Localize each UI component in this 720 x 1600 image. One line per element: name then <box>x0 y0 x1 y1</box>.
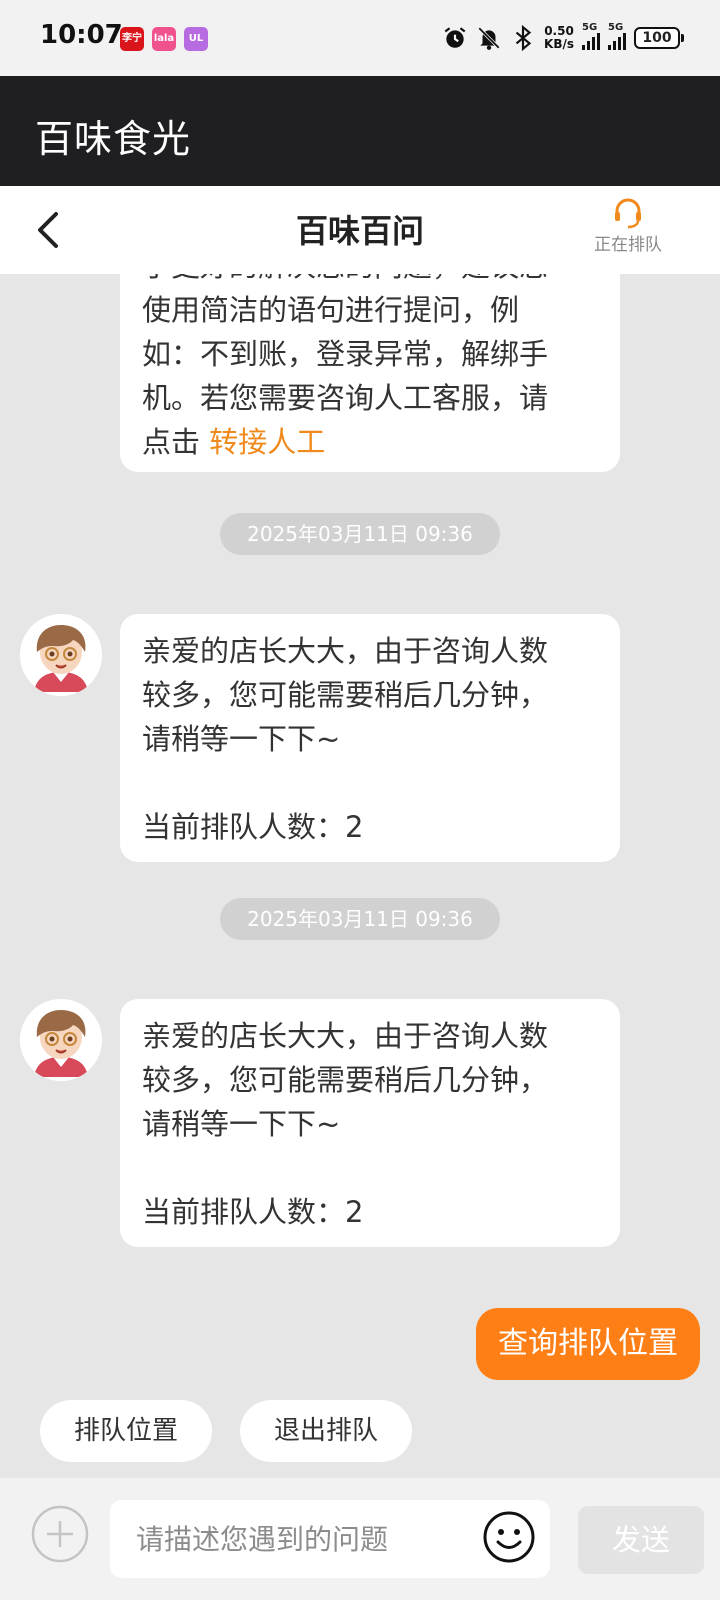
input-bar: 发送 <box>0 1478 720 1600</box>
message-line: 如：不到账，登录异常，解绑手 <box>142 337 549 371</box>
plus-icon[interactable] <box>30 1504 90 1564</box>
message-timestamp: 2025年03月11日 09:36 <box>220 513 500 555</box>
transfer-to-agent-link[interactable]: 转接人工 <box>209 425 325 459</box>
bluetooth-icon <box>515 25 532 51</box>
mute-bell-icon <box>478 27 500 50</box>
avatar-image <box>20 999 102 1081</box>
agent-avatar <box>20 614 102 696</box>
network-speed: 0.50 KB/s <box>544 25 574 51</box>
sim1-label: 5G <box>582 22 598 33</box>
message-spacer <box>142 761 598 805</box>
message-line: 较多，您可能需要稍后几分钟， <box>142 1063 549 1097</box>
message-timestamp: 2025年03月11日 09:36 <box>220 898 500 940</box>
message-line: 请稍等一下下~ <box>142 722 341 756</box>
app-title: 百味食光 <box>35 117 192 161</box>
avatar-image <box>20 614 102 696</box>
bot-message-bubble: 亲爱的店长大大，由于咨询人数 较多，您可能需要稍后几分钟， 请稍等一下下~ 当前… <box>120 614 620 862</box>
alarm-icon <box>444 27 466 48</box>
signal-icon: 5G <box>582 22 600 50</box>
status-bar: 10:07 李宁 lala UL 0.50 KB/s 5G 5G 100 <box>0 0 720 76</box>
agent-avatar <box>20 999 102 1081</box>
app-notification-icon: lala <box>152 27 176 51</box>
message-line: 了更好的解决您的问题，建议您 <box>142 274 598 288</box>
queue-count-text: 当前排队人数：2 <box>142 810 364 844</box>
sim2-label: 5G <box>608 22 624 33</box>
app-notification-icon: 李宁 <box>120 27 144 51</box>
message-line: 亲爱的店长大大，由于咨询人数 <box>142 634 549 668</box>
message-line: 使用简洁的语句进行提问，例 <box>142 293 520 327</box>
message-spacer <box>142 1146 598 1190</box>
network-speed-unit: KB/s <box>544 37 574 51</box>
queue-position-button[interactable]: 排队位置 <box>40 1400 212 1462</box>
send-button[interactable]: 发送 <box>578 1506 704 1574</box>
bot-message-bubble: 了更好的解决您的问题，建议您 使用简洁的语句进行提问，例 如：不到账，登录异常，… <box>120 274 620 472</box>
message-line: 机。若您需要咨询人工客服，请 <box>142 381 549 415</box>
status-icons: 0.50 KB/s 5G 5G 100 <box>442 20 684 56</box>
user-message-bubble: 查询排队位置 <box>476 1308 700 1380</box>
queue-count-text: 当前排队人数：2 <box>142 1195 364 1229</box>
bot-message-bubble: 亲爱的店长大大，由于咨询人数 较多，您可能需要稍后几分钟， 请稍等一下下~ 当前… <box>120 999 620 1247</box>
queue-status-label: 正在排队 <box>594 235 662 255</box>
chat-nav-bar: 百味百问 正在排队 <box>0 186 720 274</box>
status-time: 10:07 <box>40 20 123 50</box>
message-line: 点击 转接人工 <box>142 420 598 464</box>
queue-status-button[interactable]: 正在排队 <box>588 196 668 255</box>
exit-queue-button[interactable]: 退出排队 <box>240 1400 412 1462</box>
battery-icon: 100 <box>634 27 684 49</box>
signal-icon: 5G <box>608 22 626 50</box>
headset-icon <box>615 198 641 229</box>
message-line: 较多，您可能需要稍后几分钟， <box>142 678 549 712</box>
message-line: 亲爱的店长大大，由于咨询人数 <box>142 1019 549 1053</box>
chat-area[interactable]: 了更好的解决您的问题，建议您 使用简洁的语句进行提问，例 如：不到账，登录异常，… <box>0 274 720 1394</box>
app-header: 百味食光 <box>0 76 720 186</box>
message-line: 请稍等一下下~ <box>142 1107 341 1141</box>
app-notification-icon: UL <box>184 27 208 51</box>
emoji-icon[interactable] <box>482 1510 536 1564</box>
message-text: 点击 <box>142 425 210 459</box>
